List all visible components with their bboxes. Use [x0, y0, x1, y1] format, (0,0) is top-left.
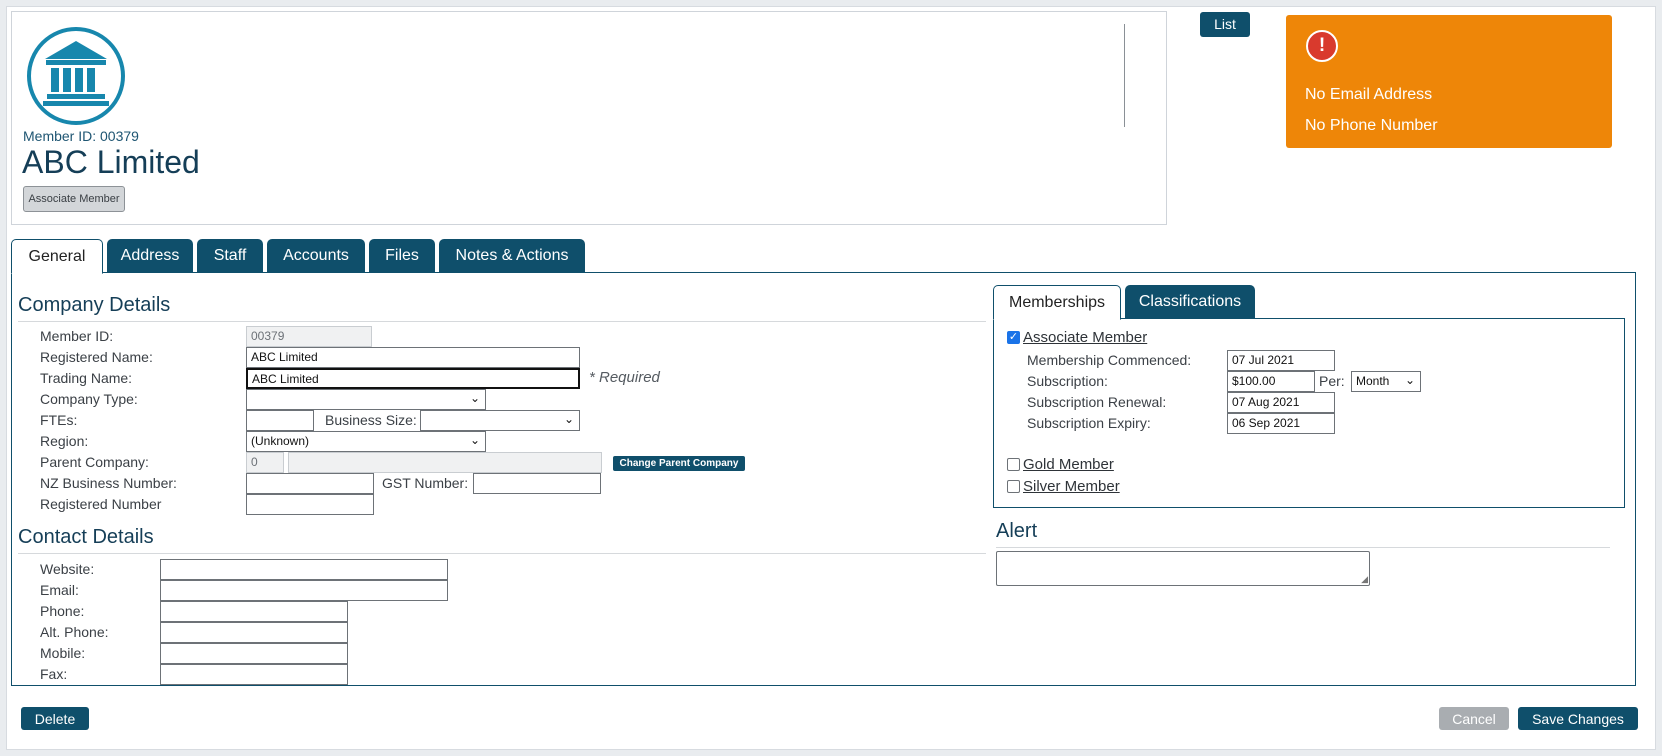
business-size-select[interactable]: ⌄: [420, 410, 580, 431]
alt-phone-label: Alt. Phone:: [40, 624, 109, 640]
gst-number-label: GST Number:: [382, 475, 469, 491]
company-type-select[interactable]: ⌄: [246, 389, 486, 410]
registered-number-label: Registered Number: [40, 496, 162, 512]
trading-name-field[interactable]: ABC Limited: [246, 368, 580, 389]
list-button[interactable]: List: [1200, 12, 1250, 37]
gold-member-checkbox[interactable]: [1007, 458, 1020, 471]
alert-no-email: No Email Address: [1305, 86, 1433, 103]
tab-staff[interactable]: Staff: [197, 239, 263, 274]
chevron-down-icon: ⌄: [469, 391, 480, 405]
email-label: Email:: [40, 582, 79, 598]
fax-label: Fax:: [40, 666, 68, 682]
subscription-renewal-label: Subscription Renewal:: [1027, 394, 1167, 410]
parent-company-id-field: 0: [246, 452, 284, 473]
save-changes-button[interactable]: Save Changes: [1518, 707, 1638, 730]
contact-details-rule: [18, 553, 986, 554]
associate-member-link[interactable]: Associate Member: [1023, 329, 1147, 346]
membership-commenced-label: Membership Commenced:: [1027, 352, 1192, 368]
gold-member-link[interactable]: Gold Member: [1023, 456, 1114, 473]
subscription-field[interactable]: $100.00: [1227, 371, 1315, 392]
ftes-label: FTEs:: [40, 412, 78, 428]
subscription-renewal-field[interactable]: 07 Aug 2021: [1227, 392, 1335, 413]
delete-button[interactable]: Delete: [21, 707, 89, 730]
subscription-period-value: Month: [1356, 374, 1390, 388]
gst-number-field[interactable]: [473, 473, 601, 494]
chevron-down-icon: ⌄: [563, 412, 574, 426]
resize-grip-icon[interactable]: ◢: [1361, 575, 1368, 584]
alert-rule: [996, 547, 1610, 548]
required-note: * Required: [589, 369, 660, 386]
change-parent-company-button[interactable]: Change Parent Company: [613, 456, 745, 471]
region-select[interactable]: (Unknown) ⌄: [246, 431, 486, 452]
parent-company-label: Parent Company:: [40, 454, 149, 470]
region-value: (Unknown): [251, 434, 310, 448]
alert-heading: Alert: [996, 520, 1038, 542]
tab-accounts[interactable]: Accounts: [267, 239, 365, 274]
exclamation-circle-icon: !: [1306, 30, 1338, 62]
company-type-label: Company Type:: [40, 391, 138, 407]
region-label: Region:: [40, 433, 89, 449]
contact-details-heading: Contact Details: [18, 526, 154, 548]
registered-name-field[interactable]: ABC Limited: [246, 347, 580, 368]
parent-company-name-field: [288, 452, 602, 473]
website-label: Website:: [40, 561, 95, 577]
alert-textarea[interactable]: ◢: [996, 551, 1370, 586]
tab-classifications[interactable]: Classifications: [1125, 285, 1255, 320]
tab-notes-actions[interactable]: Notes & Actions: [439, 239, 585, 274]
chevron-down-icon: ⌄: [1404, 373, 1415, 387]
phone-field[interactable]: [160, 601, 348, 622]
company-name-title: ABC Limited: [22, 144, 200, 180]
associate-member-checkbox[interactable]: ✓: [1007, 331, 1020, 344]
membership-commenced-field[interactable]: 07 Jul 2021: [1227, 350, 1335, 371]
trading-name-label: Trading Name:: [40, 370, 133, 386]
tab-files[interactable]: Files: [369, 239, 435, 274]
subscription-expiry-field[interactable]: 06 Sep 2021: [1227, 413, 1335, 434]
alert-no-phone: No Phone Number: [1305, 117, 1438, 134]
tab-memberships[interactable]: Memberships: [993, 285, 1121, 320]
mobile-label: Mobile:: [40, 645, 86, 661]
per-label: Per:: [1319, 373, 1345, 389]
tab-general[interactable]: General: [11, 239, 103, 274]
company-details-rule: [18, 321, 986, 322]
member-id-caption: Member ID: 00379: [23, 128, 139, 144]
member-id-label: Member ID:: [40, 328, 114, 344]
membership-badge: Associate Member: [23, 186, 125, 212]
company-details-heading: Company Details: [18, 294, 171, 316]
silver-member-checkbox[interactable]: [1007, 480, 1020, 493]
business-size-label: Business Size:: [325, 412, 417, 428]
email-field[interactable]: [160, 580, 448, 601]
tab-address[interactable]: Address: [107, 239, 193, 274]
website-field[interactable]: [160, 559, 448, 580]
subscription-label: Subscription:: [1027, 373, 1108, 389]
nz-business-number-field[interactable]: [246, 473, 374, 494]
member-header-card: [11, 11, 1167, 225]
alt-phone-field[interactable]: [160, 622, 348, 643]
nz-business-number-label: NZ Business Number:: [40, 475, 177, 491]
ftes-field[interactable]: [246, 410, 314, 431]
mobile-field[interactable]: [160, 643, 348, 664]
chevron-down-icon: ⌄: [469, 433, 480, 447]
bank-building-icon: [27, 27, 125, 125]
member-id-field: 00379: [246, 326, 372, 347]
subscription-expiry-label: Subscription Expiry:: [1027, 415, 1151, 431]
registered-name-label: Registered Name:: [40, 349, 153, 365]
header-divider: [1124, 24, 1125, 127]
subscription-period-select[interactable]: Month ⌄: [1351, 371, 1421, 392]
registered-number-field[interactable]: [246, 494, 374, 515]
fax-field[interactable]: [160, 664, 348, 685]
phone-label: Phone:: [40, 603, 85, 619]
silver-member-link[interactable]: Silver Member: [1023, 478, 1120, 495]
cancel-button[interactable]: Cancel: [1439, 707, 1509, 730]
